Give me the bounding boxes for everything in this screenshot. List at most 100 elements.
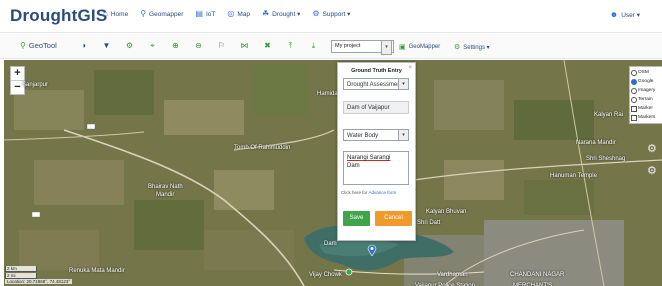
- base-layer-option[interactable]: Imagery: [630, 86, 662, 95]
- main-nav: ⌂ Home ⚲ Geomapper ▤ IoT ◎ Map ☘ Drought ▾ ⚙ Suppor…: [103, 9, 351, 19]
- map-settings-gear-icon[interactable]: ⚙: [647, 142, 657, 155]
- save-button[interactable]: Save: [343, 211, 370, 226]
- map-place-label: Kalyan Bhuvan: [426, 209, 467, 215]
- gear-icon: ⚙: [312, 9, 320, 18]
- nav-item-label: Map: [237, 10, 250, 18]
- advance-form-hint: Click here for Advance form: [341, 190, 396, 195]
- measure-tool-icon[interactable]: ⋈: [233, 40, 256, 51]
- project-select-arrow[interactable]: ▾: [381, 40, 392, 55]
- map-place-label: Hanuman Temple: [550, 173, 597, 179]
- nav-item-iot[interactable]: ▤ IoT: [195, 10, 215, 18]
- settings-label: Settings ▾: [463, 44, 490, 51]
- map-place-label: Vijay Chowk: [309, 272, 342, 278]
- extent-tool-icon[interactable]: ⌖: [141, 40, 164, 51]
- base-layer-label: Google: [638, 79, 654, 84]
- geotool-toolbar: ⚲ GeoTool ◑ ▼ ⚙ ⌖ ⊕ ⊖ ⚐ ⋈ ✖ ⤒ ⤓ My project ▾ ▣ Geo…: [0, 34, 662, 59]
- advance-form-link[interactable]: Advance form: [369, 190, 397, 195]
- marker-tool-icon[interactable]: ⚐: [210, 40, 233, 51]
- satellite-map[interactable]: + − Sanjarpur Hamidabad Kalyan Rai Narana M…: [4, 60, 662, 286]
- base-layer-label: OSM: [638, 70, 649, 75]
- map-place-label: Bhairav Nath: [148, 184, 183, 190]
- zoom-in-button[interactable]: +: [11, 67, 24, 81]
- popup-title: Ground Truth Entry: [351, 68, 402, 74]
- overlay-layer-label: Markers: [638, 115, 656, 120]
- geotool-button[interactable]: ⚲ GeoTool: [20, 41, 57, 50]
- location-name-field[interactable]: Dam of Vaijapur: [343, 101, 409, 114]
- top-navbar: DroughtGIS ⌂ Home ⚲ Geomapper ▤ IoT ◎ Map ☘ Droug…: [0, 0, 662, 33]
- nav-item-label: Drought ▾: [272, 11, 301, 18]
- chevron-down-icon: ▾: [398, 79, 408, 89]
- advance-form-prefix: Click here for: [341, 190, 368, 195]
- layer-switcher: OSM Google Imagery Terrain Marker Markers: [629, 66, 662, 124]
- map-place-label: Sanjarpur: [22, 82, 49, 88]
- nav-item-home[interactable]: ⌂ Home: [103, 10, 128, 18]
- radio-icon[interactable]: [631, 69, 637, 76]
- map-marker-icon[interactable]: [367, 244, 377, 256]
- coordinate-readout: Location: 20.71868°, 74.48123°: [5, 279, 73, 284]
- geomapper-button[interactable]: ▣ GeoMapper: [399, 43, 440, 51]
- user-menu-label: User ▾: [621, 11, 640, 19]
- notes-textarea[interactable]: Narangi Sarangi Dam: [343, 151, 409, 185]
- nav-item-label: Support ▾: [322, 11, 351, 18]
- overlay-layer-label: Marker: [638, 106, 653, 111]
- nav-item-label: Home: [110, 10, 129, 18]
- map-place-label: Vardhaman: [437, 272, 468, 278]
- chevron-down-icon: ▾: [398, 130, 408, 140]
- geotool-label: GeoTool: [28, 41, 57, 50]
- settings-menu[interactable]: ⚙ Settings ▾: [454, 43, 490, 51]
- iot-icon: ▤: [195, 9, 203, 18]
- overlay-layer-option[interactable]: Marker: [630, 104, 662, 113]
- map-tools-gear-icon[interactable]: ⚙: [647, 164, 657, 177]
- zoom-control: + −: [10, 66, 25, 95]
- nav-item-geomapper[interactable]: ⚲ Geomapper: [140, 10, 183, 18]
- scale-km: 2 km: [5, 266, 37, 272]
- nav-item-label: IoT: [205, 10, 216, 18]
- map-place-label: Shri Datt: [417, 220, 441, 226]
- ground-truth-popup: × Ground Truth Entry Drought Assessment …: [337, 62, 416, 241]
- map-place-label: Shri Sheshnag: [586, 156, 626, 162]
- map-place-label: Dam: [324, 241, 337, 247]
- notes-line-2: Dam: [347, 163, 360, 169]
- zoom-in-tool-icon[interactable]: ⊕: [164, 40, 187, 51]
- category-value: Drought Assessment: [347, 82, 403, 88]
- map-place-label: Renuka Mata Mandir: [69, 268, 125, 274]
- notes-line-1: Narangi Sarangi: [347, 155, 391, 161]
- map-place-label: Mandir: [156, 192, 175, 198]
- checkbox-icon[interactable]: [631, 105, 637, 112]
- user-icon: ☻: [609, 10, 619, 19]
- nav-item-drought[interactable]: ☘ Drought ▾: [261, 9, 301, 19]
- checkbox-icon[interactable]: [631, 114, 637, 121]
- globe-icon: ◎: [227, 9, 235, 18]
- tool-buttons: ◑ ▼ ⚙ ⌖ ⊕ ⊖ ⚐ ⋈ ✖ ⤒ ⤓: [72, 40, 325, 51]
- nav-item-label: Geomapper: [149, 10, 184, 18]
- upload-tool-icon[interactable]: ⤒: [279, 40, 302, 51]
- nav-item-support[interactable]: ⚙ Support ▾: [312, 9, 351, 19]
- map-place-label: Narana Mandir: [576, 140, 616, 146]
- overlay-layer-option[interactable]: Markers: [630, 113, 662, 122]
- category-select[interactable]: Drought Assessment ▾: [343, 78, 409, 90]
- base-layer-option[interactable]: OSM: [630, 68, 662, 77]
- radio-icon[interactable]: [631, 78, 637, 85]
- base-layer-label: Terrain: [638, 97, 653, 102]
- zoom-out-tool-icon[interactable]: ⊖: [187, 40, 210, 51]
- radio-icon[interactable]: [631, 87, 637, 94]
- scale-bar: 2 km 2 mi: [5, 266, 37, 280]
- leaf-icon: ☘: [261, 9, 270, 18]
- cancel-button[interactable]: Cancel: [375, 211, 412, 226]
- app-brand[interactable]: DroughtGIS: [10, 6, 107, 26]
- base-layer-option[interactable]: Google: [630, 77, 662, 86]
- radio-icon[interactable]: [631, 96, 637, 103]
- map-place-label: Tomb Of Rahimuddin: [234, 145, 291, 151]
- clear-tool-icon[interactable]: ✖: [256, 40, 279, 51]
- user-menu[interactable]: ☻ User ▾: [610, 10, 640, 19]
- base-layer-label: Imagery: [638, 88, 656, 93]
- settings-tool-icon[interactable]: ⚙: [118, 40, 141, 51]
- base-layer-option[interactable]: Terrain: [630, 95, 662, 104]
- contrast-tool-icon[interactable]: ◑: [72, 40, 95, 51]
- filter-tool-icon[interactable]: ▼: [95, 40, 118, 51]
- map-place-label: CHANDANI NAGAR: [510, 272, 565, 278]
- geomapper-label: GeoMapper: [408, 44, 441, 50]
- nav-item-map[interactable]: ◎ Map: [227, 10, 250, 18]
- type-select[interactable]: Water Body ▾: [343, 129, 409, 141]
- download-tool-icon[interactable]: ⤓: [302, 40, 325, 51]
